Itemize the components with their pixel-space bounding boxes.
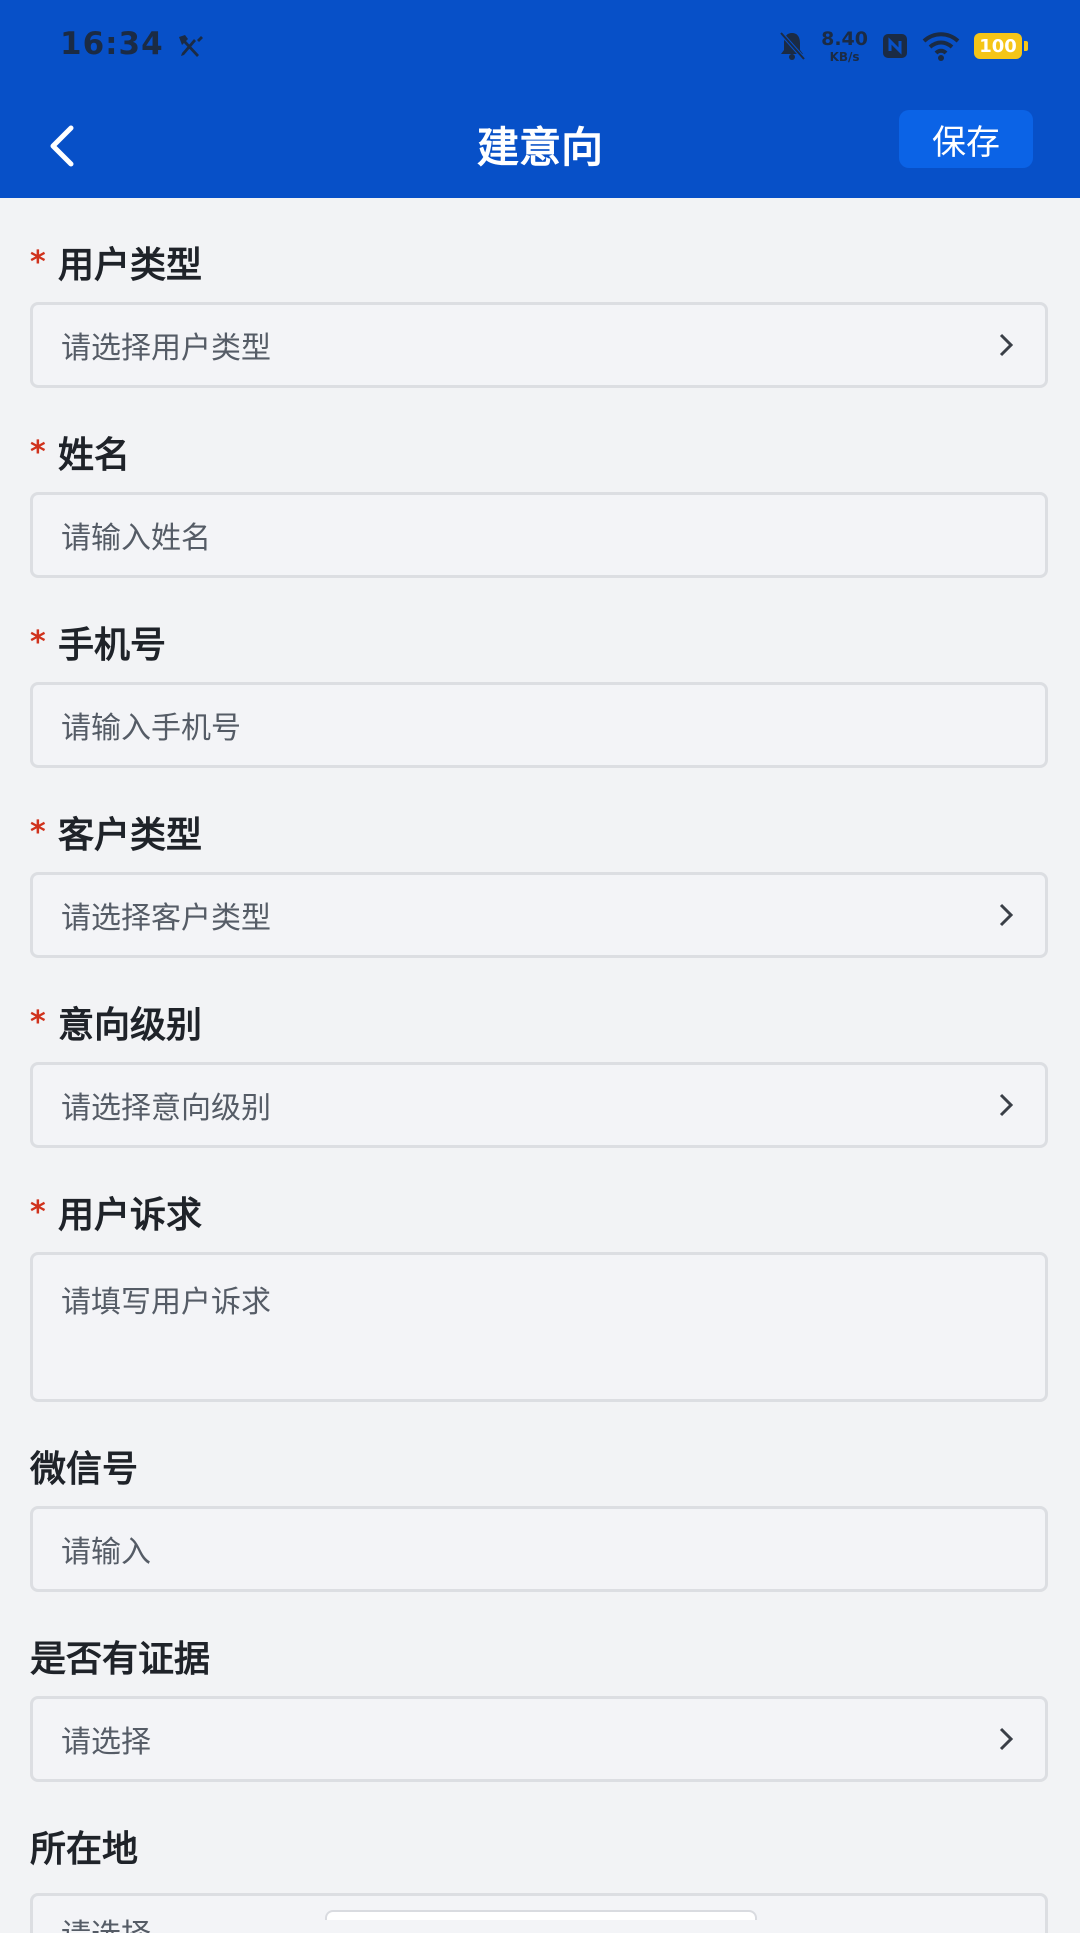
network-speed: 8.40 KB/s: [821, 27, 868, 64]
wifi-icon: [922, 32, 960, 61]
evidence-label: 是否有证据: [30, 1630, 210, 1682]
name-placeholder: 请输入姓名: [61, 521, 211, 556]
nfc-icon: [883, 34, 907, 58]
network-speed-value: 8.40: [821, 27, 868, 50]
evidence-label-text: 是否有证据: [30, 1639, 211, 1680]
bell-muted-icon: [779, 31, 806, 61]
user-demand-placeholder: 请填写用户诉求: [61, 1285, 271, 1320]
battery-indicator: 100: [974, 33, 1028, 59]
status-icons: 8.40 KB/s 100: [777, 24, 1028, 68]
phone-label: * 手机号: [30, 616, 166, 668]
customer-type-select[interactable]: 请选择客户类型: [30, 872, 1048, 958]
save-button[interactable]: 保存: [899, 110, 1033, 168]
network-speed-unit: KB/s: [829, 49, 860, 64]
location-label-text: 所在地: [30, 1829, 139, 1870]
user-demand-label-text: 用户诉求: [58, 1195, 203, 1236]
chevron-right-icon: [999, 1727, 1014, 1751]
wechat-label-text: 微信号: [30, 1449, 139, 1490]
status-time: 16:34: [60, 26, 164, 62]
status-bar: 16:34 8.40 KB/s 100: [0, 0, 1080, 94]
user-type-select[interactable]: 请选择用户类型: [30, 302, 1048, 388]
hammer-wrench-icon: [179, 35, 203, 57]
customer-type-placeholder: 请选择客户类型: [61, 901, 271, 936]
required-mark: *: [30, 814, 46, 850]
evidence-select[interactable]: 请选择: [30, 1696, 1048, 1782]
phone-label-text: 手机号: [58, 625, 167, 666]
phone-placeholder: 请输入手机号: [61, 711, 241, 746]
name-label: * 姓名: [30, 426, 130, 478]
name-input[interactable]: 请输入姓名: [30, 492, 1048, 578]
user-type-label: * 用户类型: [30, 236, 202, 288]
user-type-label-text: 用户类型: [58, 245, 203, 286]
intent-level-select[interactable]: 请选择意向级别: [30, 1062, 1048, 1148]
chevron-right-icon: [999, 1093, 1014, 1117]
customer-type-label: * 客户类型: [30, 806, 202, 858]
required-mark: *: [30, 434, 46, 470]
user-demand-label: * 用户诉求: [30, 1186, 202, 1238]
required-mark: *: [30, 624, 46, 660]
wechat-label: 微信号: [30, 1440, 138, 1492]
required-mark: *: [30, 1004, 46, 1040]
location-label: 所在地: [30, 1820, 138, 1872]
intent-level-label: * 意向级别: [30, 996, 202, 1048]
intent-level-placeholder: 请选择意向级别: [61, 1091, 271, 1126]
evidence-placeholder: 请选择: [61, 1725, 151, 1760]
chevron-right-icon: [999, 333, 1014, 357]
required-mark: *: [30, 244, 46, 280]
customer-type-label-text: 客户类型: [58, 815, 203, 856]
nav-bar: 建意向 保存: [0, 94, 1080, 198]
bottom-sheet-handle[interactable]: [325, 1910, 757, 1920]
chevron-right-icon: [999, 903, 1014, 927]
name-label-text: 姓名: [58, 435, 131, 476]
wechat-input[interactable]: 请输入: [30, 1506, 1048, 1592]
wechat-placeholder: 请输入: [61, 1535, 151, 1570]
required-mark: *: [30, 1194, 46, 1230]
app-header: 16:34 8.40 KB/s 100 建意向 保存: [0, 0, 1080, 198]
user-type-placeholder: 请选择用户类型: [61, 331, 271, 366]
location-placeholder: 请选择: [61, 1910, 151, 1933]
phone-input[interactable]: 请输入手机号: [30, 682, 1048, 768]
user-demand-textarea[interactable]: 请填写用户诉求: [30, 1252, 1048, 1402]
intent-level-label-text: 意向级别: [58, 1005, 203, 1046]
